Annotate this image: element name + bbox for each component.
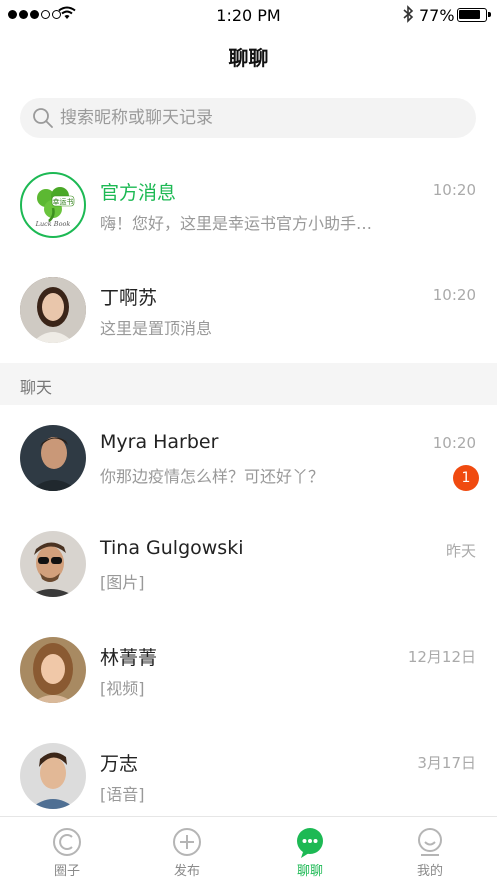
chat-bubble-icon: [297, 828, 323, 858]
tab-label: 圈子: [53, 864, 80, 879]
avatar: [20, 743, 86, 809]
avatar: [20, 531, 86, 597]
conversation-preview: 这里是置顶消息: [100, 319, 213, 338]
conversation-name: 林菁菁: [100, 647, 158, 669]
search-input[interactable]: [60, 98, 460, 138]
bluetooth-icon: [403, 5, 414, 23]
section-label: 聊天: [20, 378, 53, 397]
logo-text: 幸运书: [53, 197, 74, 206]
conversation-preview: 嗨！您好，这里是幸运书官方小助手…: [100, 214, 373, 233]
conversation-preview: [图片]: [100, 573, 145, 592]
tab-chat[interactable]: 聊聊: [265, 817, 355, 883]
conversation-time: 10:20: [432, 181, 476, 199]
conversation-official[interactable]: 幸运书 Luck Book 官方消息 嗨！您好，这里是幸运书官方小助手… 10:…: [0, 152, 497, 258]
avatar: [20, 277, 86, 343]
conversation-pinned-user[interactable]: 丁啊苏 这里是置顶消息 10:20: [0, 257, 497, 363]
conversation-preview: 你那边疫情怎么样？可还好丫？: [100, 467, 325, 486]
conversation-name: 丁啊苏: [100, 287, 158, 309]
avatar: [20, 425, 86, 491]
tab-mine[interactable]: 我的: [385, 817, 475, 883]
conversation-name: Tina Gulgowski: [100, 537, 244, 559]
tab-label: 我的: [416, 864, 443, 879]
conversation-item[interactable]: Tina Gulgowski [图片] 昨天: [0, 511, 497, 617]
search-bar[interactable]: [20, 98, 476, 138]
battery-percentage: 77%: [419, 6, 455, 25]
circle-c-icon: [53, 828, 81, 856]
conversation-preview: [视频]: [100, 679, 145, 698]
avatar: [20, 637, 86, 703]
logo-subtext: Luck Book: [35, 220, 71, 228]
battery-icon: [457, 8, 491, 22]
conversation-item[interactable]: 林菁菁 [视频] 12月12日: [0, 617, 497, 723]
official-logo-avatar: 幸运书 Luck Book: [20, 172, 86, 238]
tab-label: 聊聊: [296, 864, 323, 879]
clover-logo-icon: 幸运书 Luck Book: [35, 187, 75, 228]
unread-badge: 1: [453, 465, 479, 491]
conversation-time: 10:20: [432, 434, 476, 452]
conversation-time: 昨天: [445, 542, 476, 560]
tab-publish[interactable]: 发布: [142, 817, 232, 883]
conversation-name: 官方消息: [100, 182, 177, 204]
tab-circle[interactable]: 圈子: [22, 817, 112, 883]
conversation-time: 12月12日: [407, 648, 476, 666]
conversation-item[interactable]: Myra Harber 你那边疫情怎么样？可还好丫？ 10:20 1: [0, 405, 497, 511]
conversation-time: 10:20: [432, 286, 476, 304]
tab-label: 发布: [173, 864, 200, 879]
conversation-name: 万志: [100, 753, 139, 775]
bottom-tab-bar: 圈子 发布 聊聊 我的: [0, 816, 497, 883]
conversation-time: 3月17日: [417, 754, 476, 772]
conversation-item[interactable]: 万志 [语音] 3月17日: [0, 723, 497, 829]
plus-circle-icon: [173, 828, 201, 856]
status-bar: 1:20 PM 77%: [0, 0, 497, 30]
conversation-name: Myra Harber: [100, 431, 219, 453]
section-header-chats: 聊天: [0, 363, 497, 405]
page-title: 聊聊: [228, 46, 269, 70]
search-icon: [33, 108, 53, 128]
person-icon: [418, 828, 442, 856]
conversation-preview: [语音]: [100, 785, 145, 804]
